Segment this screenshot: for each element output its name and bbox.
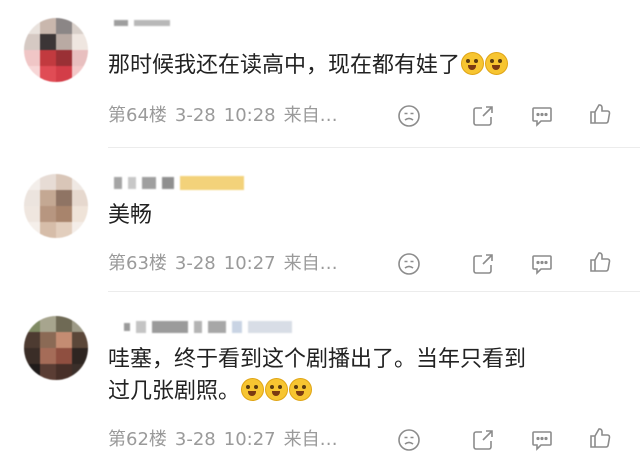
comment-text: 那时候我还在读高中，现在都有娃了 xyxy=(108,50,618,82)
comment-date: 3-28 xyxy=(174,105,216,126)
comment-text: 哇塞，终于看到这个剧播出了。当年只看到 过几张剧照。 xyxy=(108,344,618,408)
emoji-reaction-icon[interactable] xyxy=(397,428,420,451)
comment-62: 哇塞，终于看到这个剧播出了。当年只看到 过几张剧照。 第62楼 3-28 10:27… xyxy=(0,292,640,474)
comment-icon[interactable] xyxy=(530,428,552,451)
comment-63: 美畅 第63楼 3-28 10:27 来自… xyxy=(0,148,640,292)
comment-time: 10:27 xyxy=(223,253,276,274)
avatar[interactable] xyxy=(24,18,88,82)
scream-emoji-icon xyxy=(241,378,265,401)
floor-number: 第62楼 xyxy=(108,429,167,450)
share-icon[interactable] xyxy=(471,428,493,450)
emoji-reaction-icon[interactable] xyxy=(397,252,420,275)
share-icon[interactable] xyxy=(471,252,493,274)
comment-icon[interactable] xyxy=(530,104,552,127)
comment-text-content: 美畅 xyxy=(108,203,153,228)
comment-time: 10:28 xyxy=(223,105,276,126)
floor-number: 第64楼 xyxy=(108,105,167,126)
comment-text-line-2-content: 过几张剧照。 xyxy=(108,379,241,404)
scream-emoji-icon xyxy=(289,378,313,401)
comment-date: 3-28 xyxy=(174,253,216,274)
crying-emoji-icon xyxy=(485,52,509,75)
comment-text-content: 那时候我还在读高中，现在都有娃了 xyxy=(108,53,461,78)
crying-emoji-icon xyxy=(461,52,485,75)
share-icon[interactable] xyxy=(471,104,493,126)
comment-time: 10:27 xyxy=(223,429,276,450)
comment-meta: 第63楼 3-28 10:27 来自… xyxy=(108,253,346,275)
comment-meta: 第64楼 3-28 10:28 来自… xyxy=(108,105,346,127)
avatar[interactable] xyxy=(24,174,88,238)
scream-emoji-icon xyxy=(265,378,289,401)
comment-text-line-2: 过几张剧照。 xyxy=(108,376,618,408)
comment-text: 美畅 xyxy=(108,200,618,232)
username-blurred[interactable] xyxy=(114,174,244,192)
comment-64: 那时候我还在读高中，现在都有娃了 第64楼 3-28 10:28 来自… xyxy=(0,0,640,148)
like-icon[interactable] xyxy=(588,102,611,124)
avatar[interactable] xyxy=(24,316,88,380)
floor-number: 第63楼 xyxy=(108,253,167,274)
like-icon[interactable] xyxy=(588,250,611,272)
comment-text-line-1: 哇塞，终于看到这个剧播出了。当年只看到 xyxy=(108,347,527,372)
comment-meta: 第62楼 3-28 10:27 来自… xyxy=(108,429,346,451)
comment-source[interactable]: 来自… xyxy=(284,429,338,450)
comment-icon[interactable] xyxy=(530,252,552,275)
username-blurred[interactable] xyxy=(124,318,292,336)
comment-source[interactable]: 来自… xyxy=(284,253,338,274)
comment-date: 3-28 xyxy=(174,429,216,450)
like-icon[interactable] xyxy=(588,426,611,448)
username-blurred[interactable] xyxy=(114,14,170,32)
comment-source[interactable]: 来自… xyxy=(284,105,338,126)
emoji-reaction-icon[interactable] xyxy=(397,104,420,127)
